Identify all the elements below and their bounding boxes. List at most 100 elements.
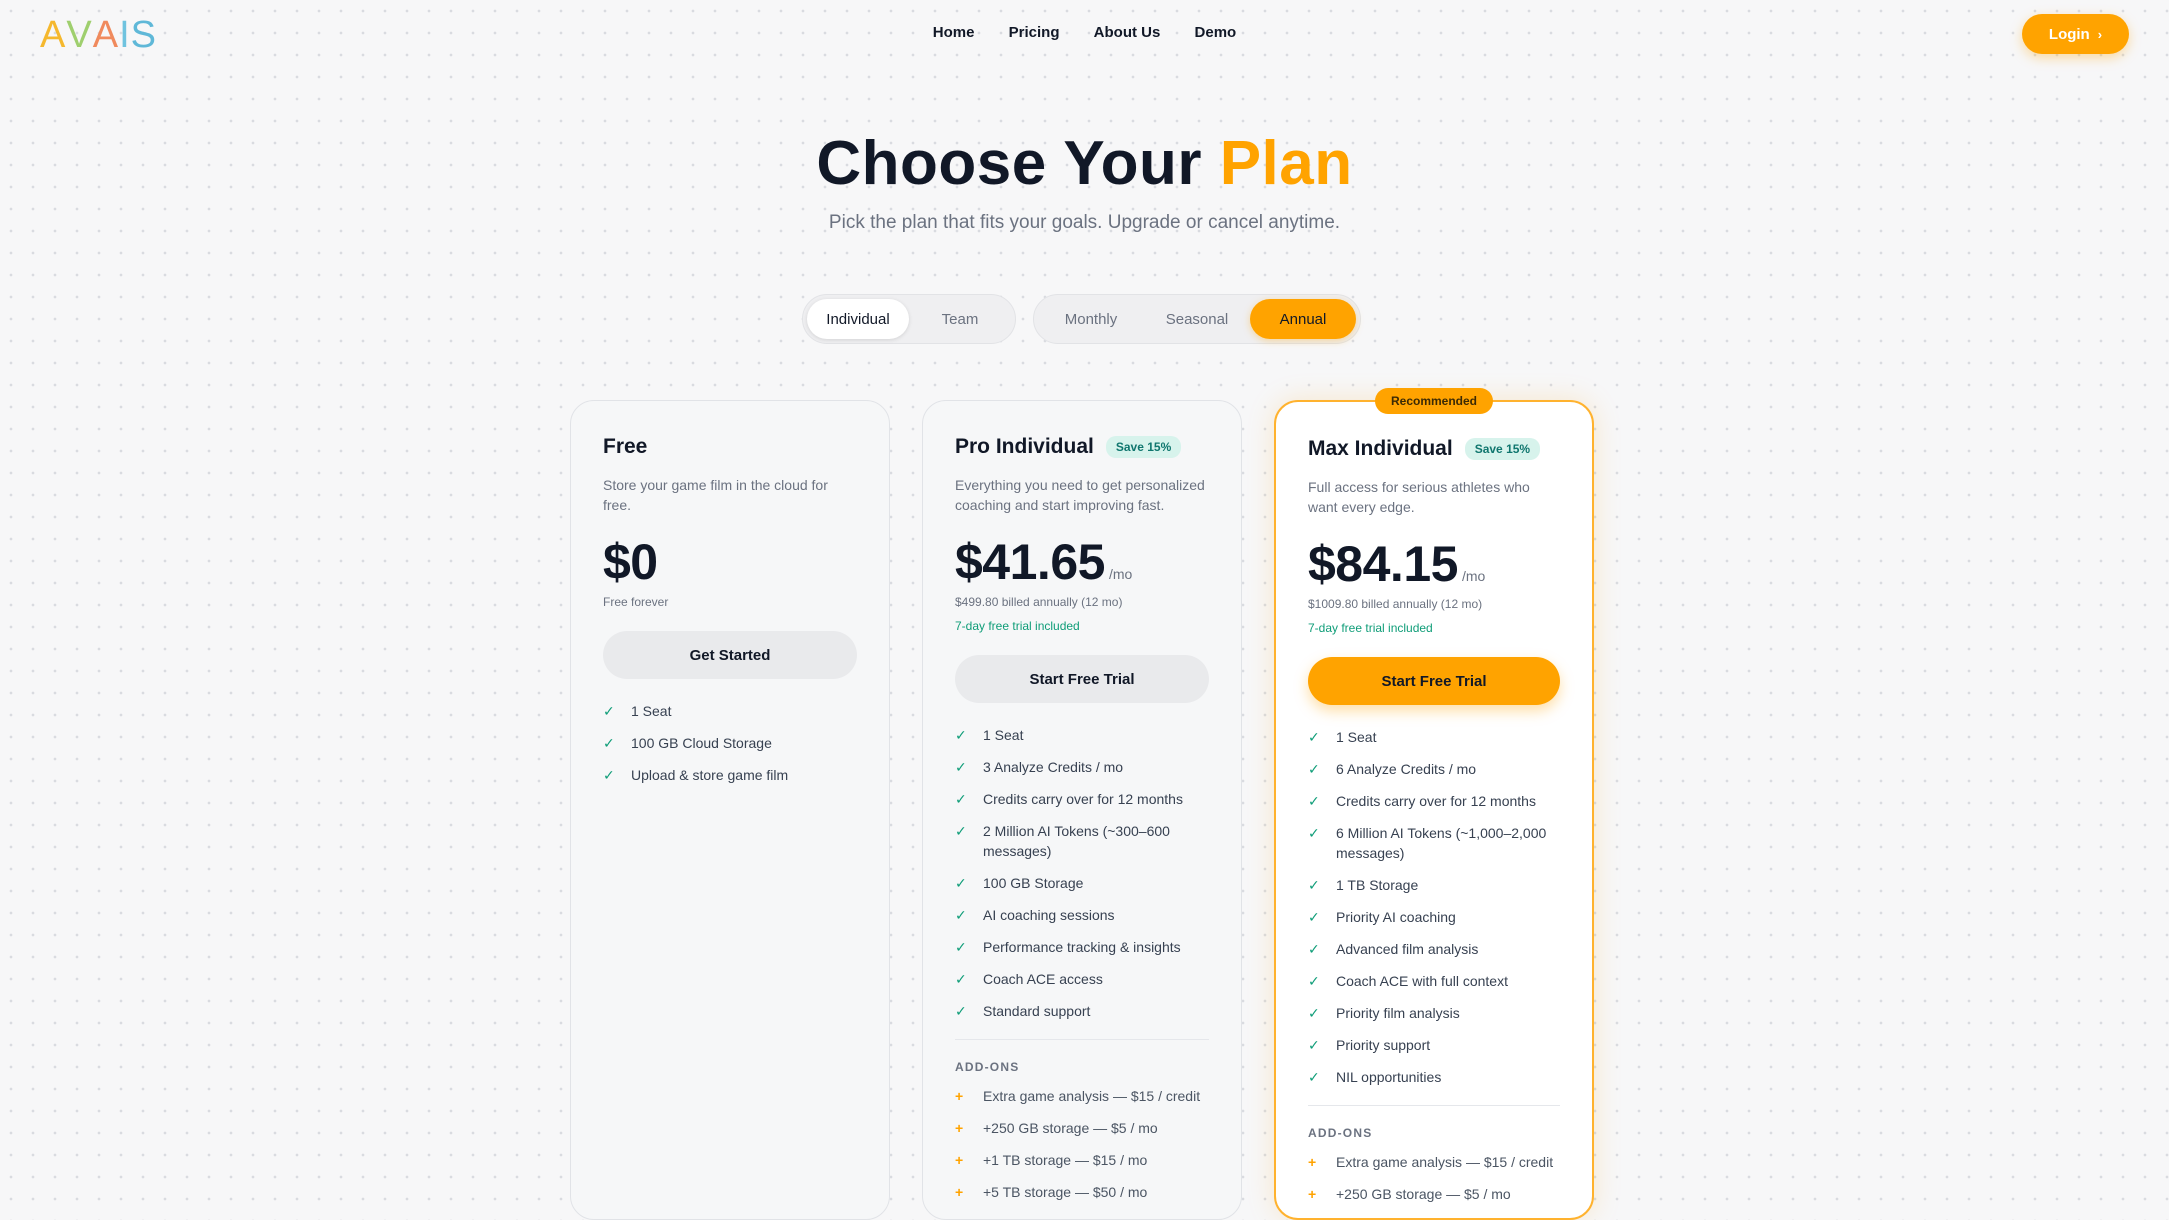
list-item: ✓ Priority support	[1308, 1035, 1560, 1055]
toggle-individual[interactable]: Individual	[807, 299, 909, 339]
list-item: ✓ 100 GB Storage	[955, 873, 1209, 893]
list-item: ✓ NIL opportunities	[1308, 1067, 1560, 1087]
feature-text: 100 GB Storage	[983, 875, 1084, 891]
feature-text: 1 Seat	[1336, 729, 1377, 745]
check-icon: ✓	[1308, 909, 1320, 925]
plan-description: Everything you need to get personalized …	[955, 477, 1205, 513]
check-icon: ✓	[603, 767, 615, 783]
feature-text: Performance tracking & insights	[983, 939, 1181, 955]
check-icon: ✓	[1308, 1069, 1320, 1085]
list-item: ✓ 3 Analyze Credits / mo	[955, 757, 1209, 777]
price-period: /mo	[1461, 568, 1486, 584]
list-item: ✓ 1 Seat	[955, 725, 1209, 745]
start-free-trial-button[interactable]: Start Free Trial	[1308, 657, 1560, 705]
price-period: /mo	[1108, 566, 1133, 582]
plan-name: Pro Individual	[955, 435, 1094, 458]
plan-header: Max Individual Save 15%	[1308, 437, 1560, 461]
feature-text: Priority film analysis	[1336, 1005, 1460, 1021]
check-icon: ✓	[603, 735, 615, 751]
feature-text: 2 Million AI Tokens (~300–600 messages)	[983, 823, 1170, 859]
list-item: ✓ 2 Million AI Tokens (~300–600 messages)	[955, 821, 1209, 861]
plus-icon: +	[955, 1120, 964, 1136]
plan-price: $41.65	[955, 534, 1105, 590]
check-icon: ✓	[1308, 877, 1320, 893]
nav-pricing[interactable]: Pricing	[1009, 24, 1060, 41]
feature-text: 3 Analyze Credits / mo	[983, 759, 1124, 775]
check-icon: ✓	[955, 971, 967, 987]
billing-note: $499.80 billed annually (12 mo)	[955, 595, 1123, 609]
list-item: ✓ AI coaching sessions	[955, 905, 1209, 925]
audience-toggle: Individual Team	[802, 294, 1016, 344]
list-item: ✓ Credits carry over for 12 months	[955, 789, 1209, 809]
check-icon: ✓	[955, 759, 967, 775]
check-icon: ✓	[955, 823, 967, 839]
list-item: ✓ Advanced film analysis	[1308, 939, 1560, 959]
list-item: + +250 GB storage — $5 / mo	[1308, 1184, 1560, 1204]
plan-name: Max Individual	[1308, 437, 1453, 460]
save-badge: Save 15%	[1464, 438, 1541, 460]
plan-description: Store your game film in the cloud for fr…	[603, 477, 828, 513]
check-icon: ✓	[1308, 825, 1320, 841]
nav-home[interactable]: Home	[933, 24, 975, 41]
feature-text: 1 Seat	[631, 703, 672, 719]
addon-text: +250 GB storage — $5 / mo	[983, 1120, 1158, 1136]
toggle-seasonal[interactable]: Seasonal	[1144, 299, 1250, 339]
plan-description: Full access for serious athletes who wan…	[1308, 479, 1530, 515]
list-item: ✓ Priority film analysis	[1308, 1003, 1560, 1023]
addon-text: Extra game analysis — $15 / credit	[983, 1088, 1201, 1104]
check-icon: ✓	[1308, 793, 1320, 809]
billing-note: Free forever	[603, 595, 669, 609]
page-title-accent: Plan	[1219, 129, 1353, 198]
nav-about-us[interactable]: About Us	[1094, 24, 1161, 41]
plan-name: Free	[603, 435, 648, 458]
check-icon: ✓	[955, 1003, 967, 1019]
check-icon: ✓	[955, 791, 967, 807]
list-item: ✓ Upload & store game film	[603, 765, 857, 785]
nav-demo[interactable]: Demo	[1195, 24, 1237, 41]
list-item: ✓ 1 Seat	[1308, 727, 1560, 747]
check-icon: ✓	[1308, 973, 1320, 989]
toggle-team[interactable]: Team	[909, 299, 1011, 339]
feature-text: 6 Million AI Tokens (~1,000–2,000 messag…	[1336, 825, 1547, 861]
trial-note: 7-day free trial included	[1308, 621, 1433, 635]
plus-icon: +	[955, 1152, 964, 1168]
trial-note: 7-day free trial included	[955, 619, 1080, 633]
feature-text: 1 TB Storage	[1336, 877, 1419, 893]
start-free-trial-button[interactable]: Start Free Trial	[955, 655, 1209, 703]
feature-text: Advanced film analysis	[1336, 941, 1479, 957]
addons-heading: ADD-ONS	[955, 1060, 1020, 1074]
list-item: + +5 TB storage — $50 / mo	[955, 1182, 1209, 1202]
feature-text: Coach ACE access	[983, 971, 1103, 987]
main-nav: Home Pricing About Us Demo	[0, 24, 2169, 41]
divider	[1308, 1105, 1560, 1106]
plus-icon: +	[955, 1088, 964, 1104]
feature-text: 100 GB Cloud Storage	[631, 735, 772, 751]
feature-list: ✓ 1 Seat ✓ 100 GB Cloud Storage ✓ Upload & …	[603, 701, 857, 785]
check-icon: ✓	[1308, 761, 1320, 777]
feature-text: Priority AI coaching	[1336, 909, 1456, 925]
feature-text: NIL opportunities	[1336, 1069, 1442, 1085]
toggle-annual[interactable]: Annual	[1250, 299, 1356, 339]
list-item: ✓ Standard support	[955, 1001, 1209, 1021]
feature-text: AI coaching sessions	[983, 907, 1115, 923]
plus-icon: +	[1308, 1154, 1317, 1170]
feature-text: Credits carry over for 12 months	[983, 791, 1183, 807]
list-item: ✓ 6 Analyze Credits / mo	[1308, 759, 1560, 779]
price-row: $0	[603, 535, 857, 589]
feature-text: Standard support	[983, 1003, 1091, 1019]
toggle-monthly[interactable]: Monthly	[1038, 299, 1144, 339]
check-icon: ✓	[1308, 1005, 1320, 1021]
plus-icon: +	[1308, 1186, 1317, 1202]
list-item: + +250 GB storage — $5 / mo	[955, 1118, 1209, 1138]
feature-text: Coach ACE with full context	[1336, 973, 1508, 989]
login-label: Login	[2048, 25, 2090, 43]
billing-note: $1009.80 billed annually (12 mo)	[1308, 597, 1483, 611]
login-button[interactable]: Login ›	[2022, 14, 2129, 54]
feature-list: ✓ 1 Seat ✓ 6 Analyze Credits / mo ✓ Credits…	[1308, 727, 1560, 1087]
page-title-main: Choose Your	[816, 129, 1202, 198]
save-badge: Save 15%	[1105, 436, 1182, 458]
addons-list: + Extra game analysis — $15 / credit + +25…	[955, 1086, 1209, 1202]
plan-header: Pro Individual Save 15%	[955, 435, 1209, 459]
check-icon: ✓	[1308, 1037, 1320, 1053]
get-started-button[interactable]: Get Started	[603, 631, 857, 679]
